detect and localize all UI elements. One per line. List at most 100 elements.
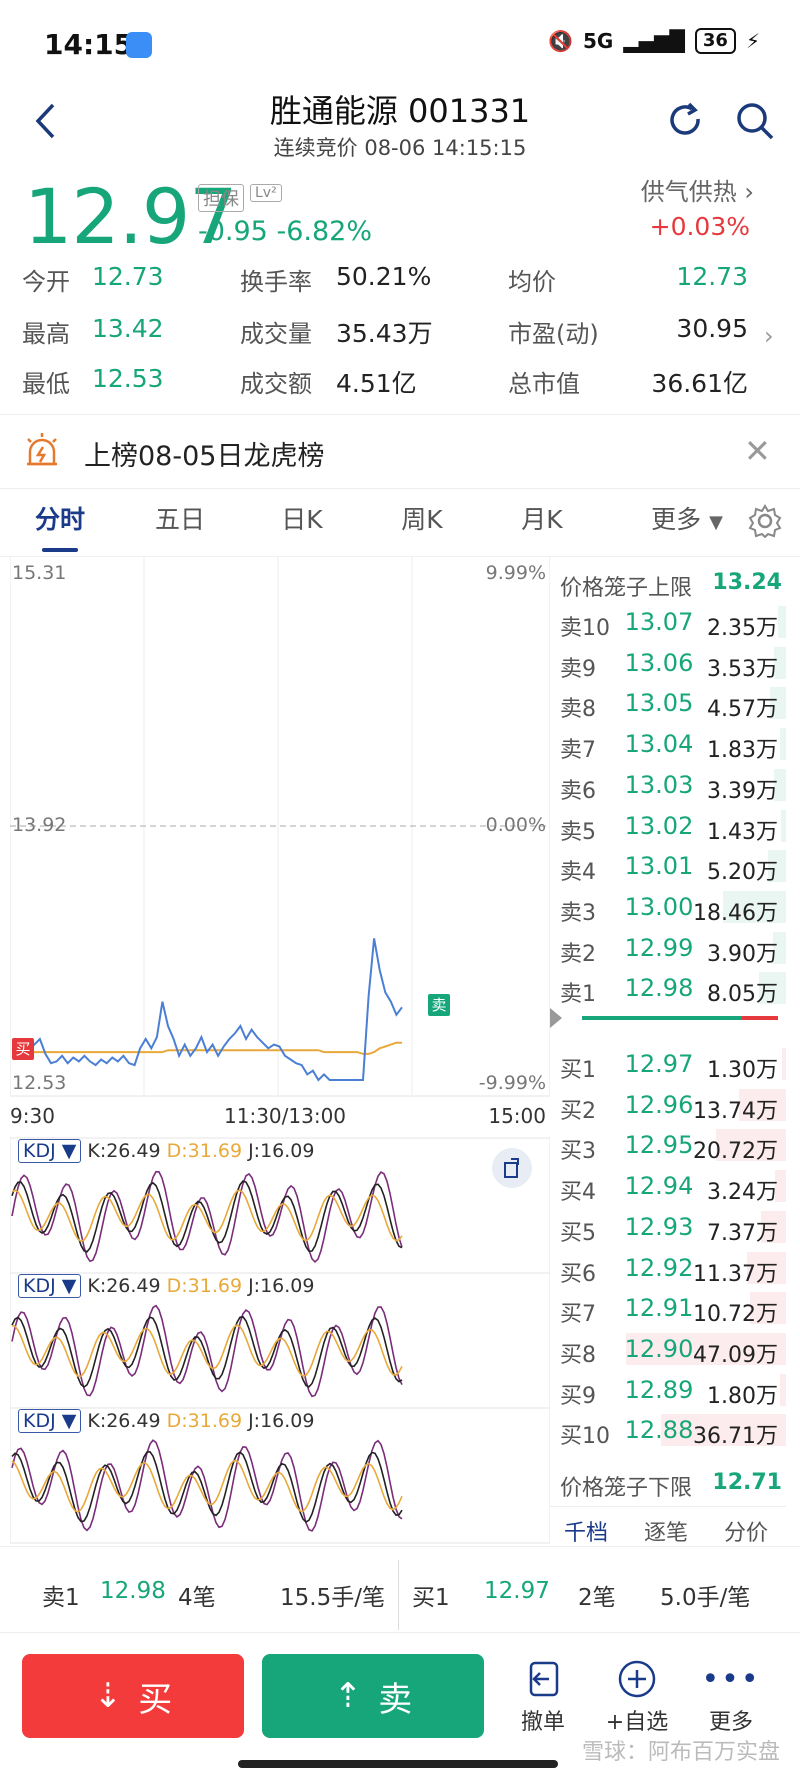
stat-label: 最低 [22, 370, 70, 398]
ask-row[interactable]: 卖9 13.06 3.53万 [550, 643, 786, 683]
add-watchlist-label: +自选 [605, 1710, 669, 1735]
stats-expand-icon[interactable]: › [764, 322, 774, 350]
buy-arrow-icon: ⇣ [93, 1676, 123, 1716]
kdj-header-1[interactable]: KDJ ▼ K:26.49 D:31.69 J:16.09 [18, 1138, 314, 1164]
tab-daily-k[interactable]: 日K [262, 490, 342, 550]
ask-row[interactable]: 卖7 13.04 1.83万 [550, 724, 786, 764]
bid-price: 12.88 [624, 1416, 694, 1445]
dragon-tiger-banner[interactable]: 上榜08-05日龙虎榜 [84, 434, 324, 473]
ask-volume: 5.20万 [707, 860, 778, 886]
rotate-button[interactable] [492, 1148, 532, 1188]
gear-icon [748, 504, 782, 539]
ask-label: 卖1 [560, 982, 596, 1008]
tab-five-day[interactable]: 五日 [140, 490, 220, 550]
bid-row[interactable]: 买6 12.92 11.37万 [550, 1248, 786, 1288]
search-icon [737, 103, 774, 140]
ask-price: 12.99 [624, 933, 694, 962]
bid-row[interactable]: 买8 12.90 47.09万 [550, 1329, 786, 1369]
kdj-header-3[interactable]: KDJ ▼ K:26.49 D:31.69 J:16.09 [18, 1408, 314, 1434]
stat-label: 最高 [22, 320, 70, 348]
sell-label: 卖 [378, 1679, 413, 1720]
sell-marker[interactable]: 卖 [428, 994, 450, 1016]
kdj-header-2[interactable]: KDJ ▼ K:26.49 D:31.69 J:16.09 [18, 1273, 314, 1299]
bid-row[interactable]: 买10 12.88 36.71万 [550, 1410, 786, 1450]
stat-value: 36.61亿 [651, 369, 748, 398]
price-change: -0.95 -6.82% [198, 216, 372, 247]
bid-volume: 20.72万 [693, 1139, 778, 1165]
bid-row[interactable]: 买9 12.89 1.80万 [550, 1370, 786, 1410]
ask-row[interactable]: 卖4 13.01 5.20万 [550, 846, 786, 886]
ticker-buy-count: 2笔 [578, 1585, 616, 1611]
stat-value: 13.42 [92, 314, 164, 343]
bid-row[interactable]: 买1 12.97 1.30万 [550, 1044, 786, 1084]
sector-link[interactable]: 供气供热 › [641, 172, 754, 207]
y-axis-mid: 13.92 [12, 814, 67, 836]
bid-row[interactable]: 买5 12.93 7.37万 [550, 1207, 786, 1247]
search-button[interactable] [730, 96, 780, 146]
bid-row[interactable]: 买3 12.95 20.72万 [550, 1125, 786, 1165]
tab-more[interactable]: 更多 ▼ [632, 490, 742, 553]
kdj-selector[interactable]: KDJ ▼ [18, 1139, 82, 1163]
stat-value: 12.73 [92, 262, 164, 291]
more-label: 更多 [708, 1710, 753, 1735]
ask-row[interactable]: 卖8 13.05 4.57万 [550, 683, 786, 723]
ask-price: 13.06 [624, 648, 694, 677]
ask-row[interactable]: 卖10 13.07 2.35万 [550, 602, 786, 642]
add-watchlist-button[interactable]: +自选 [594, 1654, 680, 1736]
ask-row[interactable]: 卖6 13.03 3.39万 [550, 765, 786, 805]
more-button[interactable]: ••• 更多 [688, 1654, 774, 1736]
rotate-screen-icon [504, 1158, 519, 1178]
tab-weekly-k[interactable]: 周K [382, 490, 462, 550]
buy-button[interactable]: ⇣ 买 [22, 1654, 244, 1738]
kdj-selector[interactable]: KDJ ▼ [18, 1274, 82, 1298]
sell-arrow-icon: ⇡ [333, 1676, 363, 1716]
ask-row[interactable]: 卖2 12.99 3.90万 [550, 928, 786, 968]
bid-row[interactable]: 买7 12.91 10.72万 [550, 1288, 786, 1328]
margin-tag: 担保 [198, 184, 244, 212]
expand-arrow-icon[interactable] [550, 1008, 562, 1028]
tab-ticks[interactable]: 逐笔 [644, 1515, 688, 1547]
settings-button[interactable] [748, 504, 782, 542]
bid-label: 买3 [560, 1139, 596, 1165]
intraday-chart[interactable]: 15.31 13.92 12.53 9.99% 0.00% -9.99% 买 卖… [9, 555, 551, 1546]
kdj-j: J:16.09 [248, 1275, 315, 1297]
bid-volume: 1.80万 [707, 1383, 778, 1409]
ask-label: 卖10 [560, 616, 610, 641]
bid-row[interactable]: 买4 12.94 3.24万 [550, 1166, 786, 1206]
volume-bar [778, 606, 786, 638]
bid-label: 买7 [560, 1302, 596, 1328]
ask-volume: 8.05万 [707, 982, 778, 1008]
kdj-d: D:31.69 [166, 1275, 243, 1297]
close-icon[interactable]: ✕ [744, 432, 771, 470]
divider [0, 1632, 800, 1633]
bid-price: 12.91 [624, 1294, 694, 1323]
buy-marker[interactable]: 买 [12, 1038, 34, 1060]
cancel-order-button[interactable]: 撤单 [500, 1654, 586, 1736]
tab-intraday[interactable]: 分时 [20, 490, 100, 550]
kdj-label: KDJ [23, 1140, 56, 1162]
bid-row[interactable]: 买2 12.96 13.74万 [550, 1085, 786, 1125]
tab-depth[interactable]: 千档 [564, 1515, 608, 1547]
ask-row[interactable]: 卖3 13.00 18.46万 [550, 887, 786, 927]
kdj-k: K:26.49 [87, 1275, 161, 1297]
chart-svg [9, 555, 551, 1544]
ticker-buy-price: 12.97 [484, 1578, 550, 1604]
cage-lower-value: 12.71 [712, 1470, 782, 1495]
ask-label: 卖9 [560, 656, 596, 682]
volume-bar [782, 1048, 786, 1080]
ask-row[interactable]: 卖5 13.02 1.43万 [550, 806, 786, 846]
bid-volume: 1.30万 [707, 1058, 778, 1083]
ticker-buy-label: 买1 [412, 1585, 450, 1611]
ask-volume: 18.46万 [693, 900, 778, 926]
sell-button[interactable]: ⇡ 卖 [262, 1654, 484, 1738]
kdj-k: K:26.49 [87, 1410, 161, 1432]
refresh-button[interactable] [660, 96, 710, 146]
kdj-selector[interactable]: KDJ ▼ [18, 1409, 82, 1433]
watermark: 雪球：阿布百万实盘 [581, 1740, 780, 1765]
bid-price: 12.94 [624, 1172, 694, 1201]
ask-price: 13.02 [624, 811, 694, 840]
tab-monthly-k[interactable]: 月K [502, 490, 582, 550]
tab-price-dist[interactable]: 分价 [724, 1515, 768, 1547]
orderbook-tabs: 千档 逐笔 分价 [550, 1506, 786, 1549]
ask-row[interactable]: 卖1 12.98 8.05万 [550, 968, 786, 1008]
